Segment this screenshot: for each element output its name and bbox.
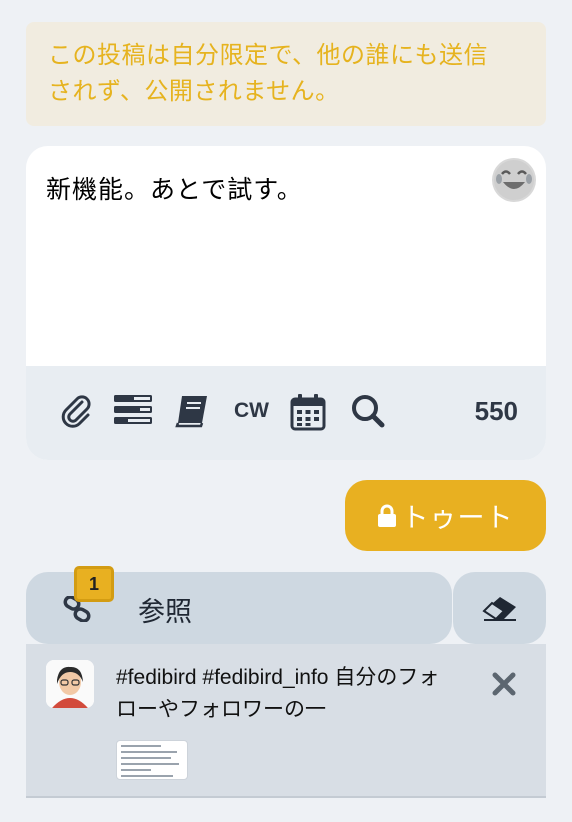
content-warning-button[interactable]: CW: [234, 399, 269, 423]
character-counter: 550: [474, 396, 518, 426]
toot-button[interactable]: トゥート: [345, 480, 546, 551]
emoji-icon: [494, 160, 534, 200]
eraser-icon: [482, 597, 516, 621]
compose-box: 新機能。あとで試す。 CW 550: [26, 146, 546, 460]
avatar[interactable]: [46, 660, 94, 708]
reference-card: #fedibird #fedibird_info 自分のフォローやフォロワーの一: [26, 644, 546, 798]
reference-status-text[interactable]: #fedibird #fedibird_info 自分のフォローやフォロワーの一: [116, 662, 456, 726]
reference-thumbnail[interactable]: [116, 740, 188, 780]
search-button[interactable]: [350, 393, 386, 429]
compose-textarea[interactable]: 新機能。あとで試す。: [46, 170, 303, 206]
schedule-button[interactable]: [290, 393, 326, 431]
emoji-picker-button[interactable]: [492, 158, 536, 202]
paperclip-icon: [61, 395, 91, 428]
attach-media-button[interactable]: [60, 393, 92, 429]
references-toggle[interactable]: 1 参照: [26, 566, 452, 644]
visibility-notice: この投稿は自分限定で、他の誰にも送信 されず、公開されません。: [26, 22, 546, 126]
reference-book-button[interactable]: [174, 393, 210, 429]
poll-icon: [114, 395, 152, 424]
close-icon: [492, 672, 516, 696]
search-icon: [352, 395, 385, 428]
notice-line-1: この投稿は自分限定で、他の誰にも送信: [48, 41, 489, 69]
lock-icon: [377, 504, 396, 527]
notice-line-2: されず、公開されません。: [48, 77, 340, 105]
reference-count-badge: 1: [74, 566, 114, 602]
remove-reference-button[interactable]: [492, 672, 516, 700]
compose-toolbar: CW 550: [26, 366, 546, 460]
poll-button[interactable]: [114, 393, 152, 427]
toot-button-label: トゥート: [401, 503, 514, 534]
book-icon: [175, 396, 207, 428]
calendar-icon: [290, 394, 326, 431]
references-label: 参照: [138, 597, 192, 628]
clear-references-button[interactable]: [453, 572, 546, 644]
